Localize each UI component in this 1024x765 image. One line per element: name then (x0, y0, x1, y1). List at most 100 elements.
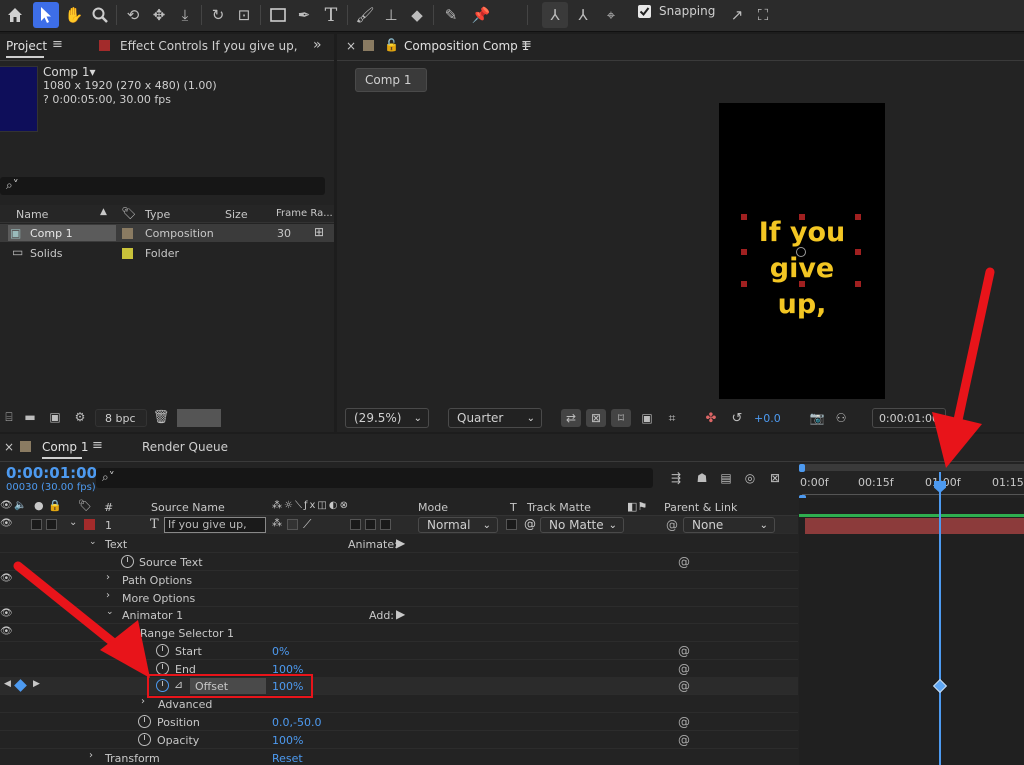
chevron-right-icon[interactable]: › (106, 572, 110, 583)
close-icon[interactable]: × (4, 440, 14, 454)
type-tool-icon[interactable]: T (318, 2, 344, 28)
reset-exposure-icon[interactable]: ↺ (727, 409, 747, 427)
animate-menu-icon[interactable]: ▶ (396, 536, 405, 550)
col-source-name[interactable]: Source Name (151, 501, 225, 514)
chevron-right-icon[interactable]: › (141, 696, 145, 707)
bpc-button[interactable]: 8 bpc (95, 409, 147, 427)
position-value[interactable]: 0.0,-50.0 (272, 716, 321, 729)
more-options-row[interactable]: › More Options (0, 589, 798, 607)
expression-pickwhip-icon[interactable]: @ (678, 715, 690, 729)
col-type[interactable]: Type (145, 208, 170, 221)
layer-name-field[interactable]: If you give up, (164, 517, 266, 533)
stopwatch-icon[interactable] (156, 644, 169, 657)
start-row[interactable]: Start 0% @ (0, 642, 798, 660)
pan-camera-icon[interactable]: ✥ (146, 2, 172, 28)
region-of-interest-icon[interactable]: ▣ (637, 409, 657, 427)
project-item-solids[interactable]: ▭ Solids Folder (0, 244, 334, 262)
render-queue-tab[interactable]: Render Queue (142, 440, 228, 454)
opacity-value[interactable]: 100% (272, 734, 303, 747)
expression-pickwhip-icon[interactable]: @ (678, 644, 690, 658)
text-group-row[interactable]: ⌄ Text Animate: ▶ (0, 535, 798, 553)
selection-tool-icon[interactable] (33, 2, 59, 28)
panel-menu-icon[interactable]: ≡ (52, 37, 63, 52)
snap-features-icon[interactable]: ⛶ (750, 2, 776, 28)
panel-menu-icon[interactable]: ≡ (521, 37, 532, 52)
grid-guides-icon[interactable]: ⌗ (662, 409, 682, 427)
clone-stamp-tool-icon[interactable]: ⊥ (378, 2, 404, 28)
view-axis-icon[interactable]: ⌖ (598, 2, 624, 28)
transparency-grid-icon[interactable]: ⊠ (586, 409, 606, 427)
eye-icon[interactable]: 👁 (0, 608, 13, 619)
pen-tool-icon[interactable]: ✒ (291, 2, 317, 28)
fast-previews-icon[interactable]: ⇄ (561, 409, 581, 427)
layer-duration-bar[interactable] (805, 518, 1024, 534)
chevron-down-icon[interactable]: ⌄ (69, 517, 77, 528)
timeline-comp-tab[interactable]: Comp 1 (42, 440, 88, 454)
snap-edges-icon[interactable]: ↗ (724, 2, 750, 28)
frame-blending-icon[interactable]: ▤ (716, 469, 736, 487)
end-row[interactable]: End 100% @ (0, 660, 798, 678)
project-item-comp[interactable]: ▣ Comp 1 Composition 30 ⊞ (0, 224, 334, 242)
brush-tool-icon[interactable]: 🖌 (352, 2, 378, 28)
panel-menu-icon[interactable]: ≡ (92, 438, 103, 453)
chevron-down-icon[interactable]: ⌄ (106, 607, 114, 617)
lock-icon[interactable]: 🔒 (48, 499, 62, 512)
zoom-tool-icon[interactable] (87, 2, 113, 28)
hand-tool-icon[interactable]: ✋ (61, 2, 87, 28)
offset-row[interactable]: ◀ ▶ ⊿ Offset 100% @ (0, 674, 798, 698)
col-size[interactable]: Size (225, 208, 248, 221)
work-area-bar[interactable] (802, 464, 1024, 471)
anchor-point-icon[interactable] (796, 247, 806, 257)
panel-overflow-icon[interactable]: » (313, 37, 322, 53)
stopwatch-icon[interactable] (121, 555, 134, 568)
video-eye-icon[interactable]: 👁 (0, 500, 13, 511)
col-name[interactable]: Name (16, 208, 48, 221)
col-frame-rate[interactable]: Frame Ra... (276, 208, 333, 219)
motion-blur-icon[interactable]: ◎ (740, 469, 760, 487)
pickwhip-icon[interactable]: @ (524, 517, 536, 531)
switch-shy-icon[interactable]: ⁂ (272, 518, 282, 529)
chevron-right-icon[interactable]: › (106, 590, 110, 601)
interpret-footage-icon[interactable]: ⌸ (2, 409, 16, 425)
solo-icon[interactable]: ● (34, 499, 44, 512)
layer-row[interactable]: 👁 ⌄ 1 T If you give up, ⁂ ⟋ Normal ⌄ @ No… (0, 516, 798, 534)
chevron-right-icon[interactable]: › (89, 750, 93, 761)
expression-pickwhip-icon[interactable]: @ (678, 679, 690, 693)
color-channels-icon[interactable]: ✤ (701, 409, 721, 427)
layer-label-color[interactable] (84, 519, 95, 530)
parent-pickwhip-icon[interactable]: @ (666, 518, 678, 532)
opacity-row[interactable]: Opacity 100% @ (0, 731, 798, 749)
new-folder-icon[interactable]: ▬ (23, 409, 37, 425)
current-time-display[interactable]: 0:00:01:00 (872, 408, 946, 428)
eye-icon[interactable]: 👁 (0, 518, 13, 529)
stopwatch-icon[interactable] (138, 733, 151, 746)
flowchart-icon[interactable]: ⊞ (314, 225, 324, 239)
switch-quality-icon[interactable]: ⟋ (303, 517, 311, 532)
work-area-start-handle[interactable] (799, 464, 805, 472)
dolly-camera-icon[interactable]: ⤓ (172, 2, 198, 28)
sort-up-icon[interactable]: ▲ (100, 207, 107, 217)
path-options-row[interactable]: 👁 › Path Options (0, 571, 798, 589)
timeline-track-area[interactable] (799, 498, 1024, 765)
snapping-checkbox[interactable] (638, 5, 651, 18)
prev-keyframe-icon[interactable]: ◀ (4, 679, 11, 689)
comp-viewer-canvas[interactable]: If you give up, (719, 103, 885, 399)
exposure-value[interactable]: +0.0 (754, 412, 781, 425)
shy-layers-icon[interactable]: ☗ (692, 469, 712, 487)
trash-icon[interactable]: 🗑 (153, 409, 170, 425)
timeline-search-input[interactable]: ⌕˅ (96, 468, 653, 488)
start-value[interactable]: 0% (272, 645, 289, 658)
puppet-pin-tool-icon[interactable]: 📌 (468, 2, 494, 28)
keyframe-diamond-icon[interactable] (14, 679, 27, 692)
advanced-row[interactable]: › Advanced (0, 695, 798, 713)
expression-pickwhip-icon[interactable]: @ (678, 555, 690, 569)
rotation-tool-icon[interactable]: ↻ (205, 2, 231, 28)
graph-editor-icon[interactable]: ⊠ (765, 469, 785, 487)
world-axis-icon[interactable]: ⅄ (570, 2, 596, 28)
reset-link[interactable]: Reset (272, 752, 303, 765)
chevron-down-icon[interactable]: ⌄ (89, 537, 97, 547)
audio-icon[interactable]: 🔈 (14, 500, 26, 511)
chevron-down-icon[interactable]: ⌄ (124, 625, 132, 635)
track-matte-dropdown[interactable]: No Matte ⌄ (540, 517, 624, 533)
orbit-camera-icon[interactable]: ⟲ (120, 2, 146, 28)
